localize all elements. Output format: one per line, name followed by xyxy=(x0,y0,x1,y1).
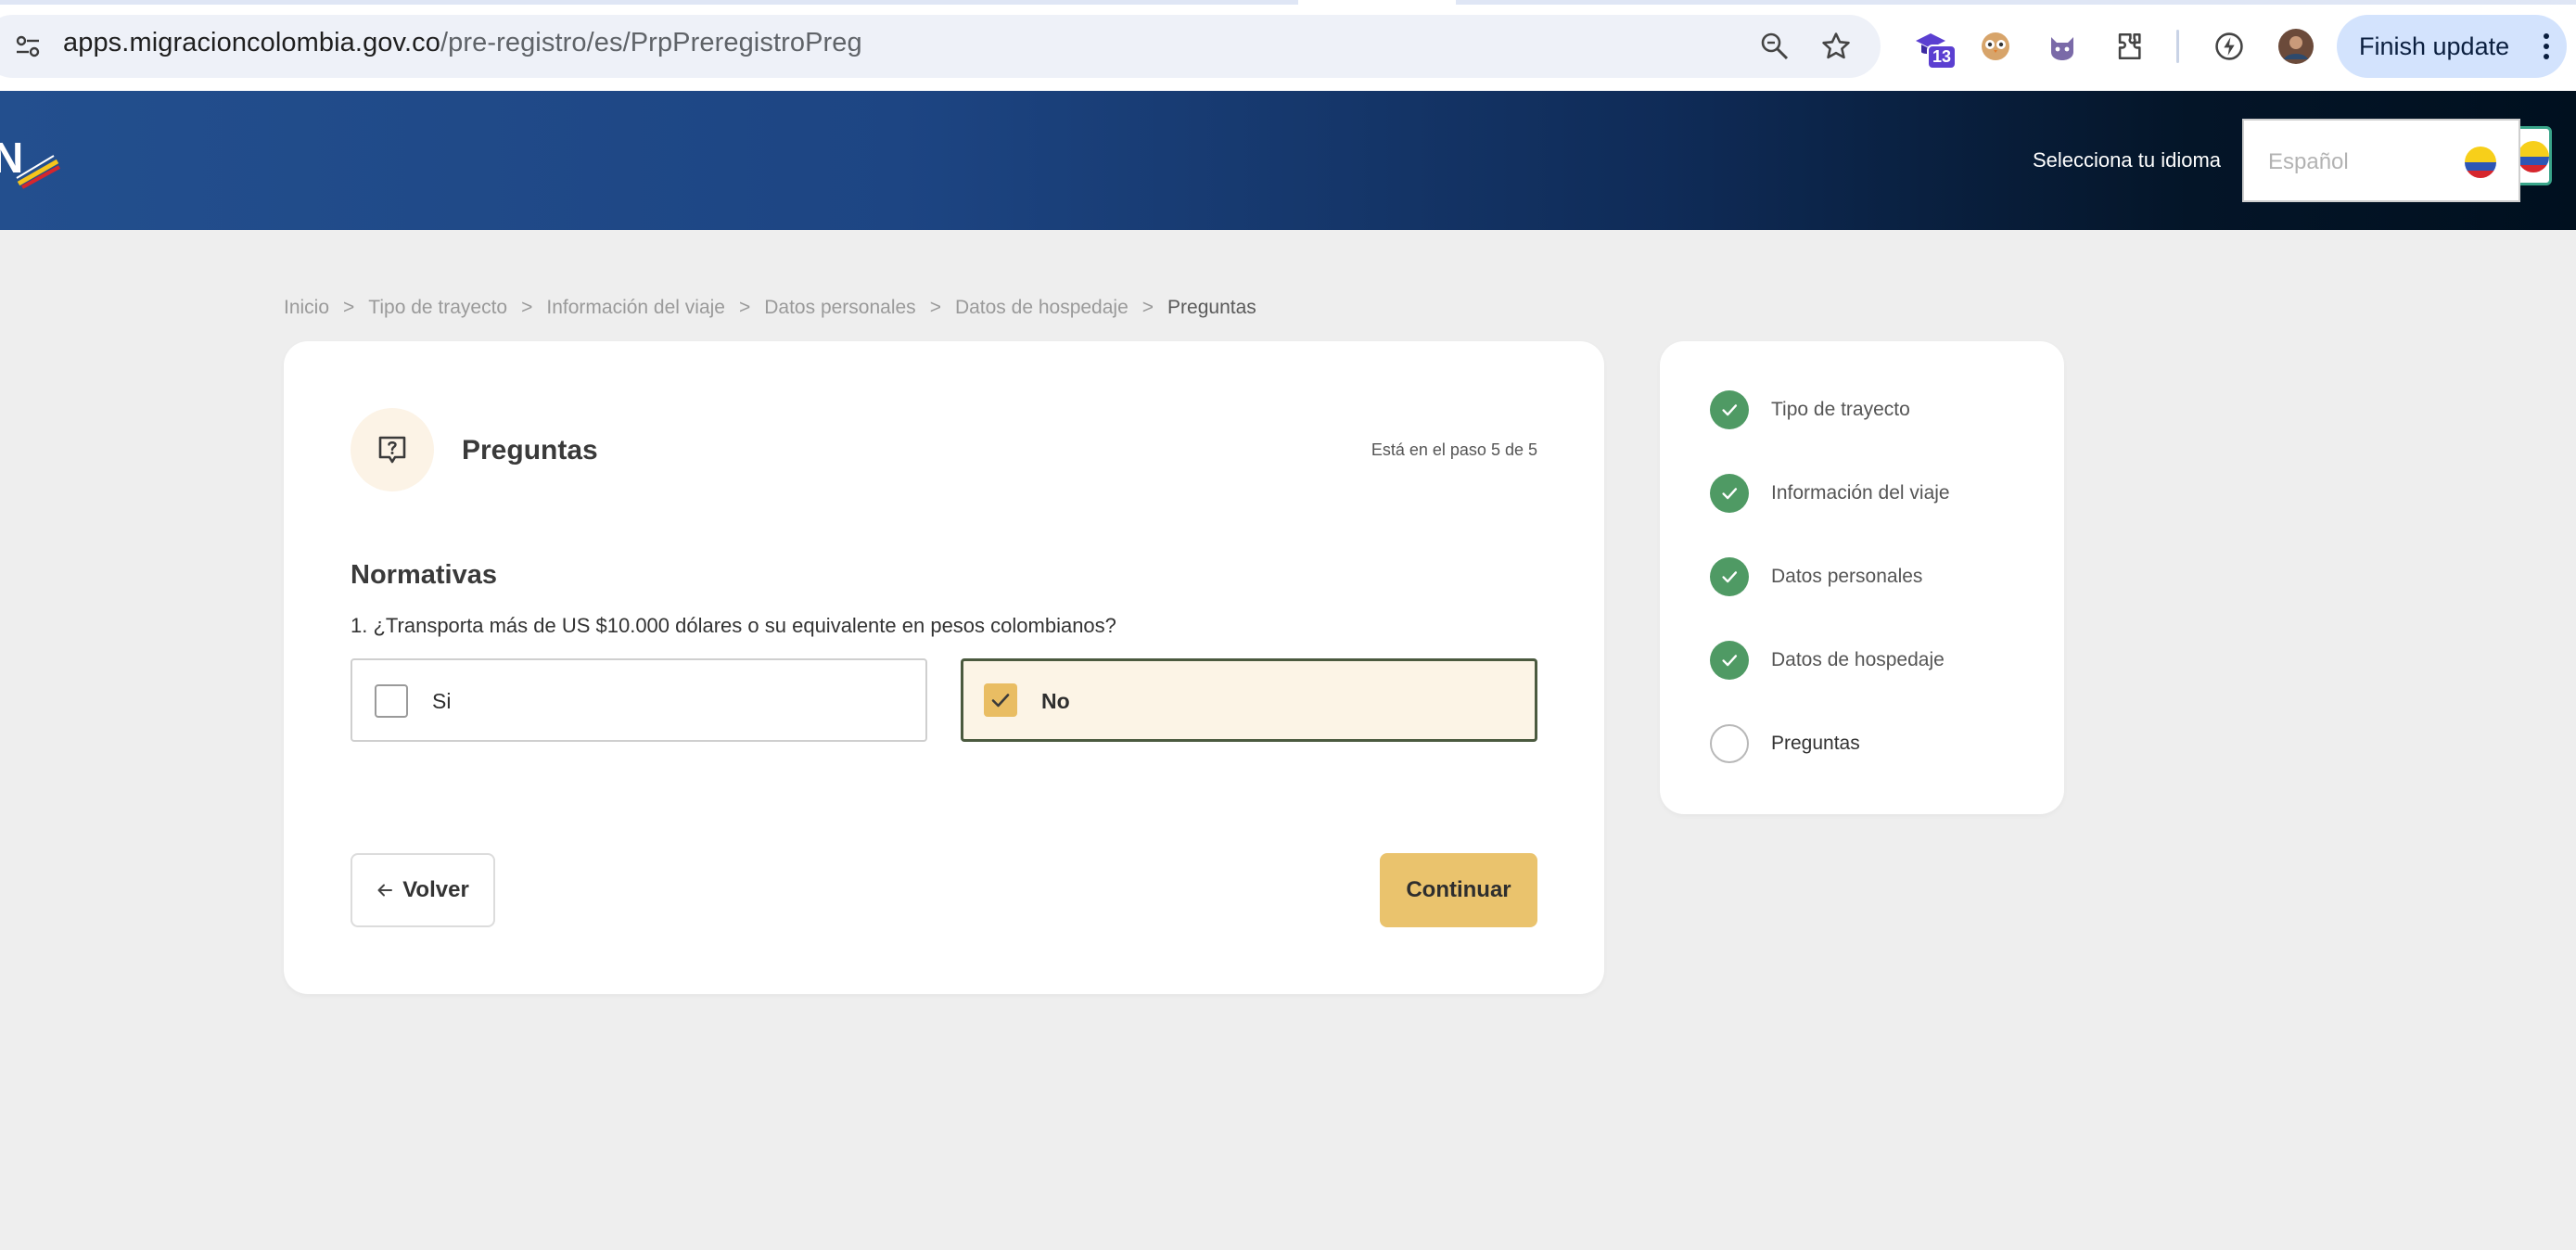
breadcrumb-separator: > xyxy=(738,297,751,318)
progress-step: Datos de hospedaje xyxy=(1710,641,1945,680)
option-si[interactable]: Si xyxy=(351,658,927,742)
progress-step-label: Tipo de trayecto xyxy=(1771,399,1910,420)
section-title: Normativas xyxy=(351,560,497,590)
language-label: Selecciona tu idioma xyxy=(2033,148,2222,172)
progress-step: Datos personales xyxy=(1710,557,1922,596)
breadcrumb-item-informacion-viaje[interactable]: Información del viaje xyxy=(546,297,725,319)
logo-letter: N xyxy=(0,134,23,182)
option-no[interactable]: No xyxy=(961,658,1537,742)
breadcrumb-separator: > xyxy=(343,297,355,318)
finish-update-label: Finish update xyxy=(2359,32,2510,60)
extensions-puzzle-icon[interactable] xyxy=(2109,26,2149,67)
owl-extension-icon[interactable] xyxy=(1975,26,2016,67)
site-logo[interactable]: N xyxy=(0,126,65,191)
url-text[interactable]: apps.migracioncolombia.gov.co/pre-regist… xyxy=(63,28,862,58)
question-text: 1. ¿Transporta más de US $10.000 dólares… xyxy=(351,614,1116,637)
progress-step-label: Datos de hospedaje xyxy=(1771,649,1945,670)
colombia-flag-icon xyxy=(2465,147,2496,178)
progress-step: Información del viaje xyxy=(1710,474,1950,513)
breadcrumb-item-preguntas: Preguntas xyxy=(1167,297,1256,318)
progress-step: Tipo de trayecto xyxy=(1710,390,1910,429)
question-icon-badge xyxy=(351,408,434,491)
breadcrumb-item-inicio[interactable]: Inicio xyxy=(284,297,329,319)
cat-extension-icon[interactable] xyxy=(2042,26,2083,67)
finish-update-button[interactable]: Finish update xyxy=(2337,15,2567,78)
performance-bolt-icon[interactable] xyxy=(2209,26,2250,67)
arrow-left-icon xyxy=(377,884,393,897)
continue-button[interactable]: Continuar xyxy=(1380,853,1537,927)
step-indicator: Está en el paso 5 de 5 xyxy=(1371,440,1537,459)
step-complete-icon xyxy=(1710,557,1749,596)
profile-avatar-icon[interactable] xyxy=(2276,26,2316,67)
step-complete-icon xyxy=(1710,390,1749,429)
more-vert-icon xyxy=(2543,32,2550,68)
step-pending-icon xyxy=(1710,724,1749,763)
back-button[interactable]: Volver xyxy=(351,853,495,927)
tab-strip-edge xyxy=(0,0,2576,5)
zoom-icon[interactable] xyxy=(1754,26,1795,67)
extension-badge: 13 xyxy=(1927,45,1958,70)
questions-card: Preguntas Está en el paso 5 de 5 Normati… xyxy=(284,341,1604,994)
toolbar-separator xyxy=(2176,30,2179,63)
language-select-value: Español xyxy=(2268,149,2349,174)
breadcrumb-separator: > xyxy=(521,297,533,318)
breadcrumb-item-datos-hospedaje[interactable]: Datos de hospedaje xyxy=(955,297,1129,319)
option-no-checkbox[interactable] xyxy=(984,683,1017,717)
url-path: /pre-registro/es/PrpPreregistroPreg xyxy=(440,28,862,57)
continue-button-label: Continuar xyxy=(1406,877,1511,902)
progress-step-current: Preguntas xyxy=(1710,724,1860,763)
graduation-cap-extension-icon[interactable]: 13 xyxy=(1910,26,1958,70)
breadcrumb: Inicio > Tipo de trayecto > Información … xyxy=(284,297,1256,319)
option-si-label: Si xyxy=(432,689,452,713)
bookmark-star-icon[interactable] xyxy=(1816,26,1856,67)
colombia-flag-icon xyxy=(2518,141,2549,172)
breadcrumb-item-tipo-trayecto[interactable]: Tipo de trayecto xyxy=(368,297,507,319)
browser-toolbar: apps.migracioncolombia.gov.co/pre-regist… xyxy=(0,0,2576,91)
option-no-label: No xyxy=(1041,689,1070,713)
site-header: N Selecciona tu idioma Español xyxy=(0,91,2576,230)
step-complete-icon xyxy=(1710,474,1749,513)
site-settings-icon[interactable] xyxy=(15,33,41,59)
progress-step-label: Información del viaje xyxy=(1771,482,1950,504)
question-bubble-icon xyxy=(378,436,406,464)
back-button-label: Volver xyxy=(402,877,469,902)
step-complete-icon xyxy=(1710,641,1749,680)
progress-step-label: Datos personales xyxy=(1771,566,1923,587)
language-select[interactable]: Español xyxy=(2242,119,2520,202)
checkmark-icon xyxy=(991,694,1010,708)
url-host: apps.migracioncolombia.gov.co xyxy=(63,28,440,57)
breadcrumb-separator: > xyxy=(929,297,941,318)
progress-step-label: Preguntas xyxy=(1771,733,1860,754)
option-si-checkbox[interactable] xyxy=(375,684,408,718)
breadcrumb-separator: > xyxy=(1141,297,1154,318)
page-title: Preguntas xyxy=(462,435,598,466)
progress-steps-card: Tipo de trayecto Información del viaje D… xyxy=(1660,341,2064,814)
breadcrumb-item-datos-personales[interactable]: Datos personales xyxy=(764,297,915,319)
